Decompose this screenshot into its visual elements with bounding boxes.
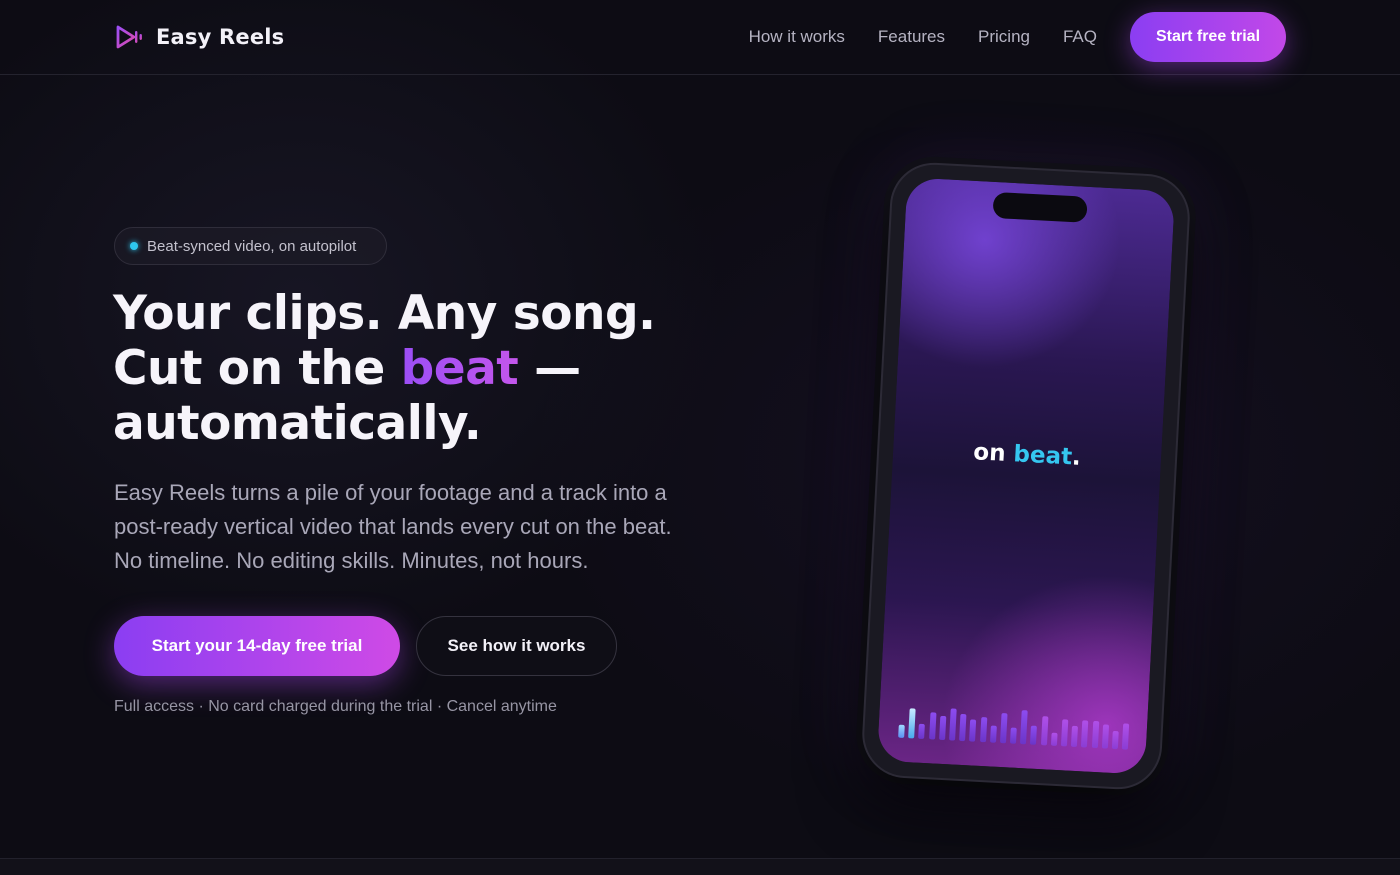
equalizer-bar (1030, 725, 1038, 745)
headline-line-1: Your clips. Any song. (113, 286, 656, 341)
headline-line-2-suffix: — (518, 341, 581, 396)
equalizer-bar (1010, 727, 1017, 744)
hero-headline: Your clips. Any song. Cut on the beat — … (113, 286, 733, 451)
nav-link-faq[interactable]: FAQ (1063, 27, 1097, 47)
caption-suffix: . (1071, 444, 1082, 471)
equalizer-bar (1091, 720, 1099, 749)
headline-line-2: Cut on the beat — (113, 341, 733, 396)
phone-frame: on beat. (860, 160, 1192, 792)
equalizer-bar (918, 723, 926, 740)
headline-accent-beat: beat (400, 341, 519, 396)
equalizer-bar (1060, 719, 1069, 747)
nav-link-features[interactable]: Features (878, 27, 945, 47)
phone-notch (992, 191, 1088, 223)
equalizer-bar (1081, 720, 1089, 748)
caption-accent-beat: beat (1012, 441, 1073, 471)
top-nav: Easy Reels How it works Features Pricing… (0, 0, 1400, 75)
equalizer-bar (979, 716, 987, 743)
phone-screen: on beat. (876, 177, 1176, 775)
play-wave-logo-icon (116, 25, 142, 49)
equalizer-bar (1040, 716, 1049, 746)
equalizer-bar (898, 724, 905, 738)
equalizer-bar (1111, 730, 1119, 750)
brand[interactable]: Easy Reels (114, 22, 284, 52)
status-dot-icon (130, 242, 138, 250)
phone-caption: on beat. (893, 435, 1162, 475)
hero-badge: Beat-synced video, on autopilot (114, 227, 387, 265)
headline-line-2-prefix: Cut on the (113, 341, 401, 396)
equalizer-bar (908, 708, 916, 739)
equalizer-bar (999, 713, 1008, 744)
phone-mockup: on beat. (860, 160, 1192, 792)
equalizer-bar (928, 712, 937, 740)
nav-link-how-it-works[interactable]: How it works (749, 27, 845, 47)
headline-line-3: automatically. (113, 396, 482, 451)
caption-prefix: on (972, 439, 1015, 468)
audio-equalizer (898, 698, 1130, 750)
landing-page: Easy Reels How it works Features Pricing… (0, 0, 1400, 875)
subhead-line-3: No timeline. No editing skills. Minutes,… (114, 548, 589, 573)
nav-link-pricing[interactable]: Pricing (978, 27, 1030, 47)
equalizer-bar (1071, 725, 1079, 748)
nav-links: How it works Features Pricing FAQ (749, 25, 1097, 49)
equalizer-bar (948, 708, 957, 741)
next-section-edge (0, 859, 1400, 875)
equalizer-bar (1121, 723, 1130, 750)
equalizer-bar (969, 719, 977, 742)
start-free-trial-button[interactable]: Start free trial (1130, 12, 1286, 62)
equalizer-bar (1020, 710, 1028, 745)
equalizer-bar (959, 713, 967, 742)
equalizer-bar (989, 725, 997, 743)
subhead-line-2: post-ready vertical video that lands eve… (114, 514, 672, 539)
start-14-day-trial-button[interactable]: Start your 14-day free trial (114, 616, 400, 676)
hero-badge-text: Beat-synced video, on autopilot (147, 237, 357, 255)
brand-name: Easy Reels (156, 25, 285, 49)
hero-subhead: Easy Reels turns a pile of your footage … (114, 476, 734, 578)
trial-fineprint: Full access · No card charged during the… (114, 698, 557, 715)
equalizer-bar (938, 715, 947, 741)
equalizer-bar (1101, 724, 1109, 749)
see-how-it-works-button[interactable]: See how it works (416, 616, 617, 676)
equalizer-bar (1050, 732, 1058, 746)
subhead-line-1: Easy Reels turns a pile of your footage … (114, 480, 667, 505)
